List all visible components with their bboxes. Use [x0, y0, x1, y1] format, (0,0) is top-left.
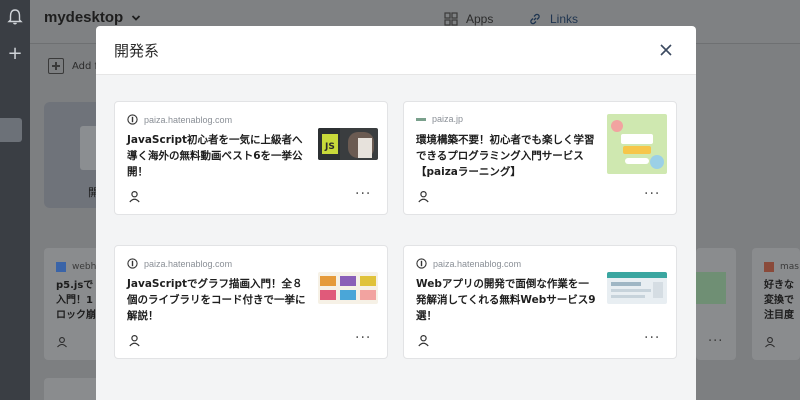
add-icon [48, 58, 64, 74]
user-icon [129, 334, 140, 347]
card-title[interactable]: JavaScriptでグラフ描画入門！全８個のライブラリをコード付きで一挙に解説… [127, 276, 307, 324]
link-icon [530, 13, 540, 25]
card-title[interactable]: 環境構築不要！初心者でも楽しく学習できるプログラミング入門サービス【paizaラ… [416, 132, 596, 180]
more-options-icon[interactable]: ··· [644, 330, 660, 346]
link-card[interactable]: paiza.hatenablog.com JavaScriptでグラフ描画入門！… [114, 245, 388, 359]
more-options-icon[interactable]: ··· [644, 186, 660, 202]
link-card[interactable]: paiza.hatenablog.com JavaScript初心者を一気に上級… [114, 101, 388, 215]
user-icon [57, 337, 67, 348]
apps-grid-icon [444, 12, 458, 26]
favicon-icon [56, 262, 66, 272]
card-thumbnail: JS [318, 128, 378, 160]
card-text-line: 変換で [764, 295, 794, 306]
favicon-icon [127, 114, 138, 125]
more-options-icon[interactable]: ··· [355, 330, 371, 346]
add-desktop-icon[interactable]: + [5, 44, 25, 64]
favicon-icon [764, 262, 774, 272]
nav-links-label: Links [550, 12, 579, 26]
link-card[interactable]: paiza.jp 環境構築不要！初心者でも楽しく学習できるプログラミング入門サー… [403, 101, 677, 215]
nav-apps[interactable]: Apps [444, 12, 493, 26]
selected-desktop-indicator[interactable] [0, 118, 22, 142]
add-folder-button[interactable]: Add f [48, 58, 98, 74]
card-text-line: 入門！1 [56, 295, 93, 306]
svg-text:JS: JS [324, 142, 335, 152]
favicon-icon [416, 117, 426, 121]
card-source: paiza.hatenablog.com [144, 114, 233, 125]
card-thumbnail [696, 272, 726, 304]
favicon-icon [127, 258, 138, 269]
background-link-card[interactable]: mas 好きな 変換で 注目度 [752, 248, 800, 360]
chevron-down-icon[interactable] [130, 12, 142, 24]
card-thumbnail [607, 114, 667, 174]
card-thumbnail [318, 272, 378, 304]
card-source: paiza.hatenablog.com [144, 258, 233, 269]
more-options-icon[interactable]: ··· [708, 334, 723, 349]
card-source: paiza.jp [432, 114, 464, 124]
card-source: webh [72, 262, 97, 272]
close-icon[interactable] [658, 42, 674, 58]
left-rail: + [0, 0, 30, 400]
bell-icon[interactable] [6, 8, 24, 26]
modal-title: 開発系 [114, 42, 160, 60]
card-text-line: p5.jsで [56, 280, 94, 291]
card-title[interactable]: JavaScript初心者を一気に上級者へ導く海外の無料動画ベスト6を一挙公開！ [127, 132, 307, 180]
card-text-line: ロック崩 [56, 310, 96, 321]
card-text-line: 好きな [764, 280, 794, 291]
background-link-card-thumbnail[interactable]: ··· [696, 248, 736, 360]
user-icon [765, 337, 775, 348]
card-title[interactable]: Webアプリの開発で面倒な作業を一発解消してくれる無料Webサービス9選！ [416, 276, 596, 324]
card-text-line: 注目度 [764, 310, 794, 321]
modal-body: paiza.hatenablog.com JavaScript初心者を一気に上級… [96, 75, 696, 400]
nav-links[interactable]: Links [528, 12, 578, 26]
favicon-icon [416, 258, 427, 269]
more-options-icon[interactable]: ··· [355, 186, 371, 202]
user-icon [418, 190, 429, 203]
add-folder-label: Add f [72, 60, 99, 72]
user-icon [129, 190, 140, 203]
card-source: paiza.hatenablog.com [433, 258, 522, 269]
desktop-title[interactable]: mydesktop [44, 9, 123, 26]
card-thumbnail [607, 272, 667, 304]
user-icon [418, 334, 429, 347]
card-source: mas [780, 262, 799, 272]
folder-modal: 開発系 paiza.hatenablog.com JavaScript初心者を一… [96, 26, 696, 400]
link-card[interactable]: paiza.hatenablog.com Webアプリの開発で面倒な作業を一発解… [403, 245, 677, 359]
nav-apps-label: Apps [466, 12, 494, 26]
